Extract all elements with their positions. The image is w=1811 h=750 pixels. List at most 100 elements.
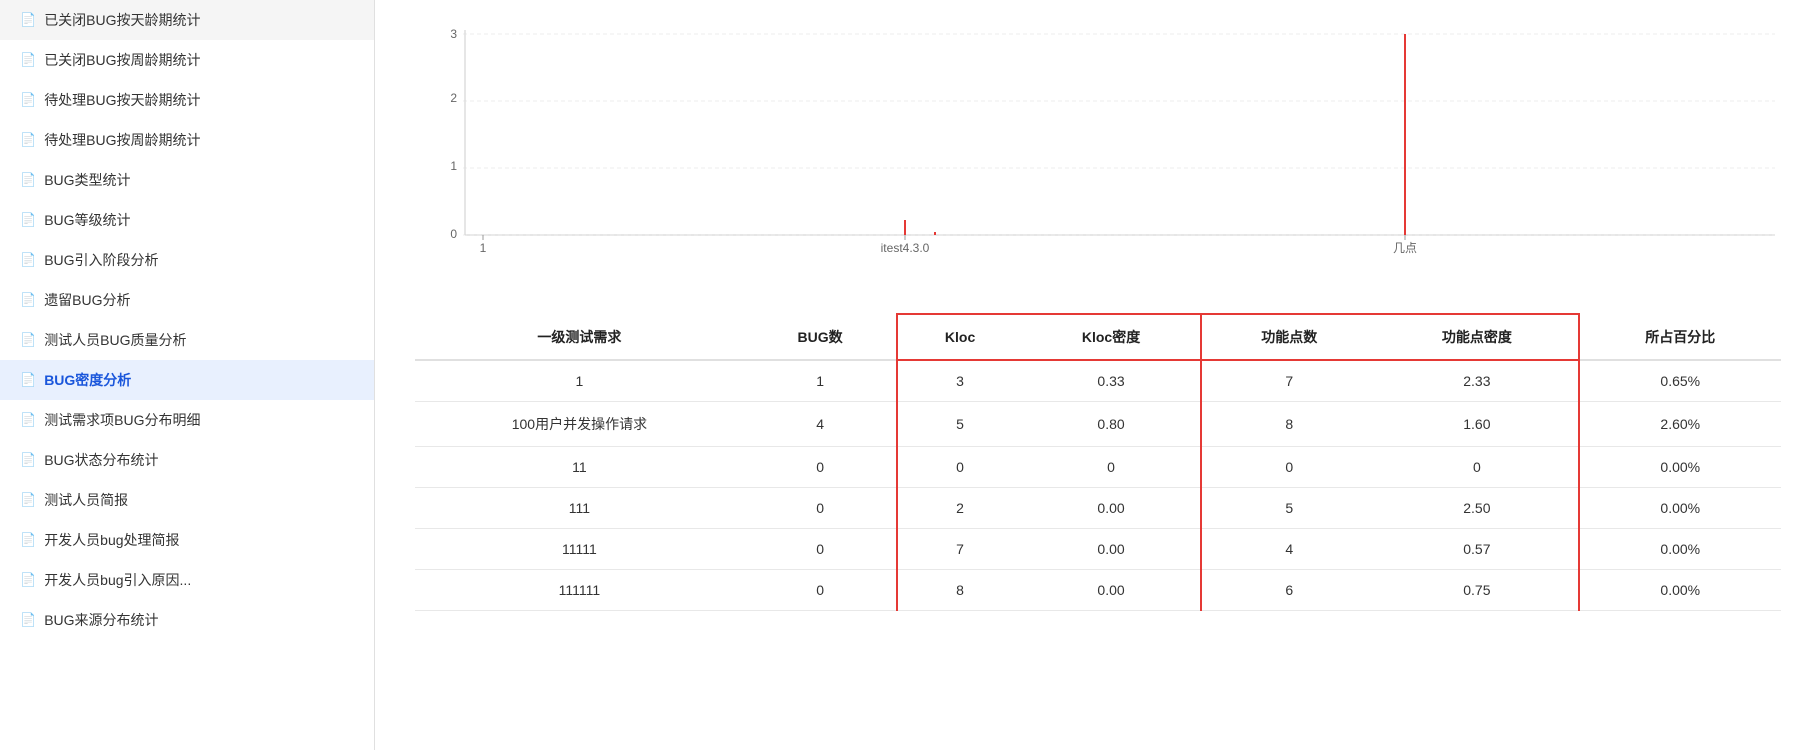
doc-icon: 📄 <box>20 92 36 108</box>
sidebar-item-label: BUG等级统计 <box>44 210 130 230</box>
cell-percent: 0.00% <box>1579 529 1781 570</box>
cell-kloc: 3 <box>897 360 1021 402</box>
cell-bug_count: 1 <box>744 360 898 402</box>
cell-func_point: 4 <box>1201 529 1376 570</box>
sidebar-item-bug-density[interactable]: 📄BUG密度分析 <box>0 360 374 400</box>
sidebar-item-label: BUG密度分析 <box>44 370 131 390</box>
sidebar-item-label: BUG来源分布统计 <box>44 610 158 630</box>
sidebar-item-label: 开发人员bug处理简报 <box>44 530 179 550</box>
doc-icon: 📄 <box>20 572 36 588</box>
sidebar-item-bug-type[interactable]: 📄 BUG类型统计 <box>0 160 374 200</box>
cell-req: 11111 <box>415 529 744 570</box>
sidebar-item-dev-bug-brief[interactable]: 📄 开发人员bug处理简报 <box>0 520 374 560</box>
sidebar-item-pending-bug-age[interactable]: 📄 待处理BUG按天龄期统计 <box>0 80 374 120</box>
th-bug_count: BUG数 <box>744 314 898 360</box>
doc-icon: 📄 <box>20 252 36 268</box>
cell-kloc_density: 0.00 <box>1022 488 1201 529</box>
sidebar-item-label: 测试人员简报 <box>44 490 128 510</box>
sidebar-item-bug-status-dist[interactable]: 📄BUG状态分布统计 <box>0 440 374 480</box>
chart-area: 0 1 2 3 1 ite <box>415 10 1781 283</box>
sidebar-item-label: 已关闭BUG按天龄期统计 <box>44 10 200 30</box>
data-table: 一级测试需求BUG数KlocKloc密度功能点数功能点密度所占百分比 1130.… <box>415 313 1781 611</box>
sidebar-item-bug-intro-stage[interactable]: 📄 BUG引入阶段分析 <box>0 240 374 280</box>
cell-req: 111111 <box>415 570 744 611</box>
doc-icon: 📄 <box>20 332 36 348</box>
cell-bug_count: 0 <box>744 488 898 529</box>
sidebar-item-tester-bug-quality[interactable]: 📄测试人员BUG质量分析 <box>0 320 374 360</box>
th-req: 一级测试需求 <box>415 314 744 360</box>
cell-func_density: 2.50 <box>1376 488 1578 529</box>
table-row: 111111080.0060.750.00% <box>415 570 1781 611</box>
sidebar-item-tester-brief[interactable]: 📄 测试人员简报 <box>0 480 374 520</box>
cell-bug_count: 0 <box>744 570 898 611</box>
cell-func_point: 5 <box>1201 488 1376 529</box>
svg-text:1: 1 <box>450 159 457 173</box>
doc-icon: 📄 <box>20 612 36 628</box>
svg-text:0: 0 <box>450 227 457 241</box>
sidebar-item-bug-level[interactable]: 📄 BUG等级统计 <box>0 200 374 240</box>
doc-icon: 📄 <box>20 532 36 548</box>
sidebar-item-closed-bug-age[interactable]: 📄 已关闭BUG按天龄期统计 <box>0 0 374 40</box>
cell-kloc: 5 <box>897 402 1021 447</box>
sidebar-item-label: BUG引入阶段分析 <box>44 250 158 270</box>
table-row: 1130.3372.330.65% <box>415 360 1781 402</box>
doc-icon: 📄 <box>20 292 36 308</box>
cell-kloc_density: 0.80 <box>1022 402 1201 447</box>
sidebar-item-dev-bug-intro[interactable]: 📄 开发人员bug引入原因... <box>0 560 374 600</box>
doc-icon: 📄 <box>20 172 36 188</box>
sidebar-item-pending-bug-weekly[interactable]: 📄待处理BUG按周龄期统计 <box>0 120 374 160</box>
sidebar-item-label: 待处理BUG按周龄期统计 <box>44 130 200 150</box>
sidebar: 📄已关闭BUG按天龄期统计📄已关闭BUG按周龄期统计📄待处理BUG按天龄期统计📄… <box>0 0 375 750</box>
doc-icon: 📄 <box>20 492 36 508</box>
cell-percent: 0.65% <box>1579 360 1781 402</box>
table-row: 100用户并发操作请求450.8081.602.60% <box>415 402 1781 447</box>
th-func_point: 功能点数 <box>1201 314 1376 360</box>
th-percent: 所占百分比 <box>1579 314 1781 360</box>
sidebar-item-label: 开发人员bug引入原因... <box>44 570 191 590</box>
cell-req: 1 <box>415 360 744 402</box>
cell-req: 100用户并发操作请求 <box>415 402 744 447</box>
cell-kloc_density: 0 <box>1022 447 1201 488</box>
cell-percent: 0.00% <box>1579 488 1781 529</box>
cell-bug_count: 4 <box>744 402 898 447</box>
th-func_density: 功能点密度 <box>1376 314 1578 360</box>
th-kloc_density: Kloc密度 <box>1022 314 1201 360</box>
svg-text:几点: 几点 <box>1393 241 1417 255</box>
table-row: 11111070.0040.570.00% <box>415 529 1781 570</box>
cell-kloc_density: 0.33 <box>1022 360 1201 402</box>
cell-func_point: 7 <box>1201 360 1376 402</box>
doc-icon: 📄 <box>20 212 36 228</box>
cell-bug_count: 0 <box>744 447 898 488</box>
sidebar-item-label: 待处理BUG按天龄期统计 <box>44 90 200 110</box>
cell-kloc: 7 <box>897 529 1021 570</box>
cell-kloc: 8 <box>897 570 1021 611</box>
doc-icon: 📄 <box>20 452 36 468</box>
cell-kloc: 0 <box>897 447 1021 488</box>
doc-icon: 📄 <box>20 12 36 28</box>
cell-func_density: 2.33 <box>1376 360 1578 402</box>
cell-percent: 0.00% <box>1579 447 1781 488</box>
cell-percent: 2.60% <box>1579 402 1781 447</box>
cell-func_point: 0 <box>1201 447 1376 488</box>
cell-func_density: 0.75 <box>1376 570 1578 611</box>
sidebar-item-bug-source-dist[interactable]: 📄 BUG来源分布统计 <box>0 600 374 640</box>
cell-percent: 0.00% <box>1579 570 1781 611</box>
sidebar-item-closed-bug-weekly[interactable]: 📄已关闭BUG按周龄期统计 <box>0 40 374 80</box>
table-row: 111020.0052.500.00% <box>415 488 1781 529</box>
cell-kloc_density: 0.00 <box>1022 570 1201 611</box>
cell-func_density: 1.60 <box>1376 402 1578 447</box>
cell-kloc: 2 <box>897 488 1021 529</box>
chart-svg: 0 1 2 3 1 ite <box>415 20 1795 280</box>
cell-req: 111 <box>415 488 744 529</box>
th-kloc: Kloc <box>897 314 1021 360</box>
svg-text:1: 1 <box>480 241 487 255</box>
cell-kloc_density: 0.00 <box>1022 529 1201 570</box>
table-row: 11000000.00% <box>415 447 1781 488</box>
sidebar-item-label: BUG类型统计 <box>44 170 130 190</box>
svg-text:itest4.3.0: itest4.3.0 <box>881 241 930 255</box>
sidebar-item-residual-bug[interactable]: 📄遗留BUG分析 <box>0 280 374 320</box>
cell-func_point: 8 <box>1201 402 1376 447</box>
sidebar-item-test-req-bug-detail[interactable]: 📄测试需求项BUG分布明细 <box>0 400 374 440</box>
sidebar-item-label: 测试需求项BUG分布明细 <box>44 410 200 430</box>
cell-req: 11 <box>415 447 744 488</box>
